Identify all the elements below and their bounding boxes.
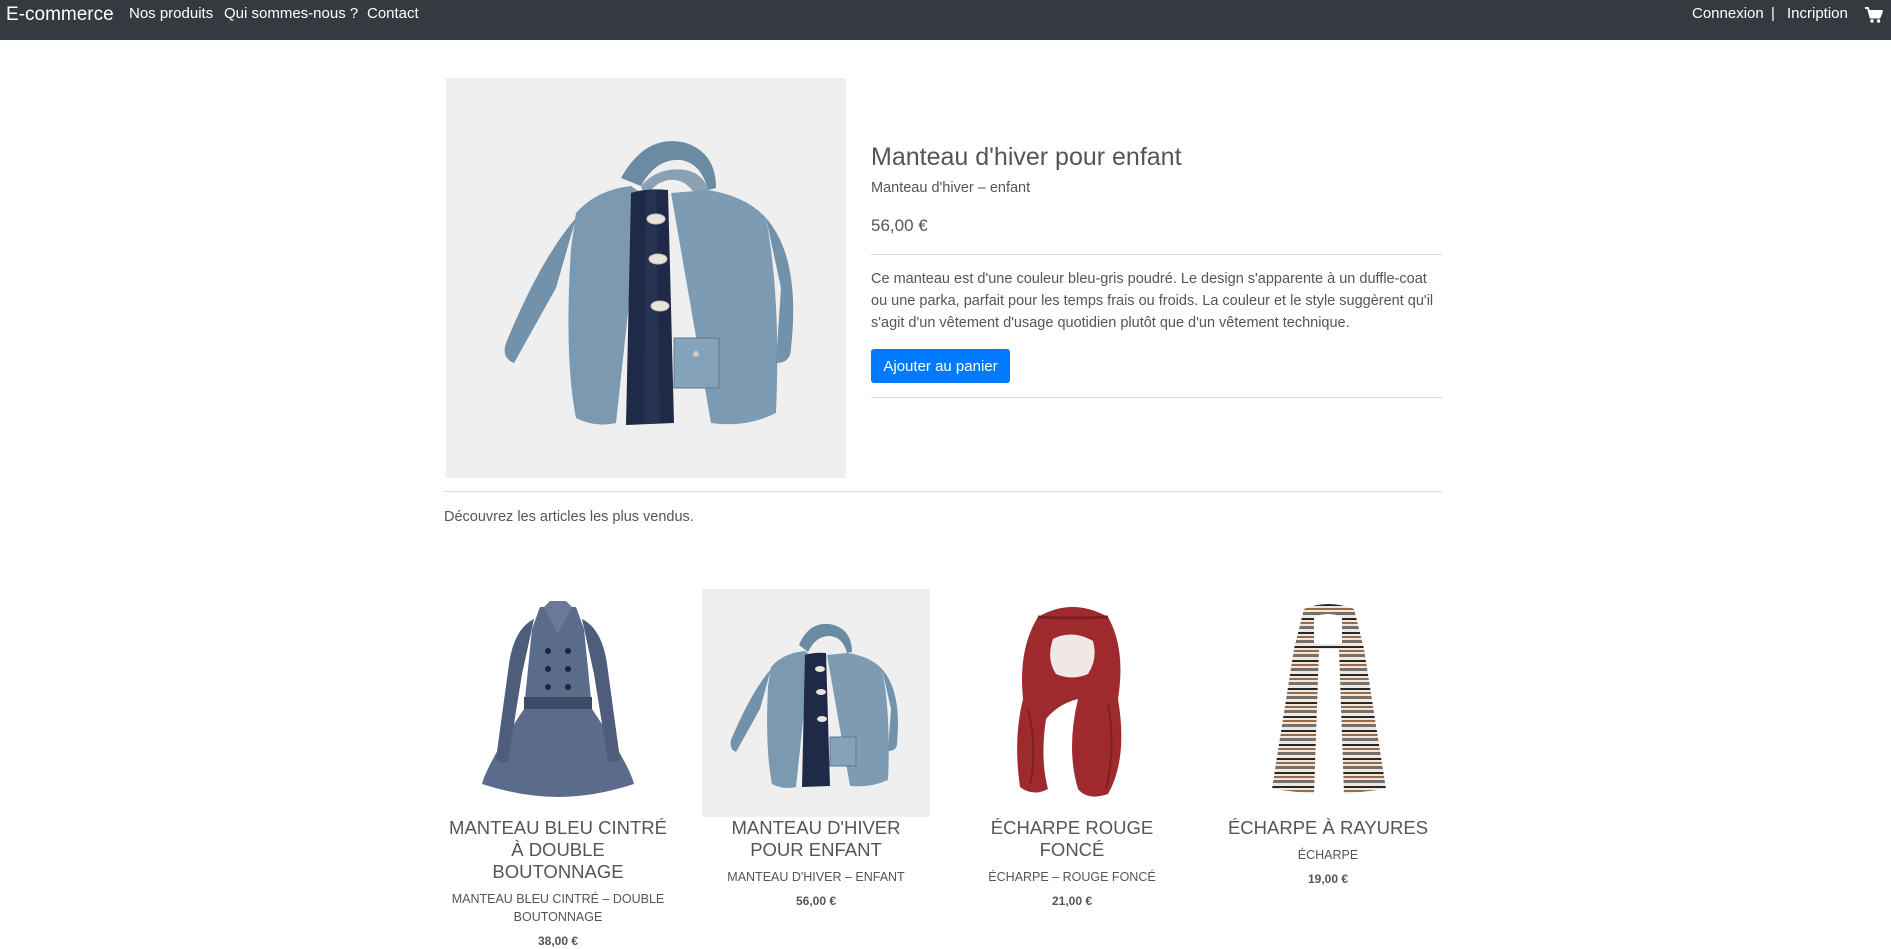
product-card-price: 56,00 € <box>795 894 837 908</box>
bestsellers-heading: Découvrez les articles les plus vendus. <box>444 509 694 525</box>
divider <box>871 254 1442 255</box>
login-link[interactable]: Connexion <box>1692 5 1764 23</box>
top-navbar: E-commerce Nos produits Qui sommes-nous … <box>0 0 1891 40</box>
product-card-title[interactable]: MANTEAU BLEU CINTRÉ À DOUBLE BOUTONNAGE <box>444 817 672 883</box>
product-card-subtitle: MANTEAU D'HIVER – ENFANT <box>727 870 905 884</box>
nav-link-about[interactable]: Qui sommes-nous ? <box>224 5 358 23</box>
product-image <box>446 78 846 478</box>
brand-logo[interactable]: E-commerce <box>6 4 114 26</box>
product-card-subtitle: ÉCHARPE – ROUGE FONCÉ <box>988 870 1156 884</box>
product-card-image[interactable] <box>1214 589 1442 817</box>
product-card-price: 21,00 € <box>1051 894 1093 908</box>
nav-separator: | <box>1771 5 1775 22</box>
product-card[interactable]: ÉCHARPE À RAYURES ÉCHARPE 19,00 € <box>1214 589 1442 887</box>
product-title: Manteau d'hiver pour enfant <box>871 143 1182 171</box>
product-card-title[interactable]: MANTEAU D'HIVER POUR ENFANT <box>702 817 930 861</box>
register-link[interactable]: Incription <box>1787 5 1848 23</box>
product-card[interactable]: MANTEAU D'HIVER POUR ENFANT MANTEAU D'HI… <box>702 589 930 909</box>
product-card-subtitle: MANTEAU BLEU CINTRÉ – DOUBLE BOUTONNAGE <box>451 892 665 924</box>
product-price: 56,00 € <box>871 216 928 235</box>
product-card[interactable]: MANTEAU BLEU CINTRÉ À DOUBLE BOUTONNAGE … <box>444 589 672 949</box>
product-card-image[interactable] <box>444 589 672 817</box>
add-to-cart-button[interactable]: Ajouter au panier <box>871 349 1010 383</box>
product-card-image[interactable] <box>958 589 1186 817</box>
product-card-image[interactable] <box>702 589 930 817</box>
product-description: Ce manteau est d'une couleur bleu-gris p… <box>871 271 1434 331</box>
product-card[interactable]: ÉCHARPE ROUGE FONCÉ ÉCHARPE – ROUGE FONC… <box>958 589 1186 909</box>
cart-icon[interactable] <box>1864 5 1884 25</box>
nav-link-contact[interactable]: Contact <box>367 5 419 23</box>
product-card-subtitle: ÉCHARPE <box>1297 848 1359 862</box>
product-card-price: 38,00 € <box>537 934 579 948</box>
product-subtitle: Manteau d'hiver – enfant <box>871 180 1031 196</box>
divider <box>444 491 1442 492</box>
product-card-title[interactable]: ÉCHARPE À RAYURES <box>1214 817 1442 839</box>
product-card-title[interactable]: ÉCHARPE ROUGE FONCÉ <box>958 817 1186 861</box>
nav-link-products[interactable]: Nos produits <box>129 5 213 23</box>
divider <box>871 397 1442 398</box>
product-card-price: 19,00 € <box>1307 872 1349 886</box>
